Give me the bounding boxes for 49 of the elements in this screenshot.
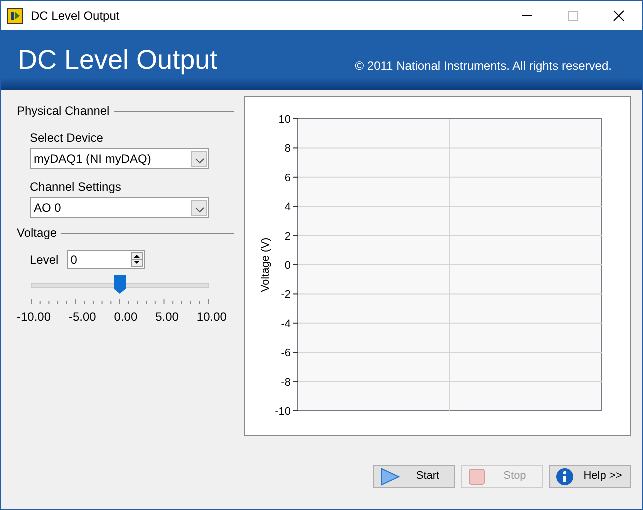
tick-label: 10 — [278, 114, 291, 126]
group-title: Voltage — [17, 225, 58, 242]
maximize-icon — [567, 10, 579, 22]
start-button[interactable]: Start — [373, 465, 455, 488]
tick-label: -4 — [281, 318, 291, 330]
tick-mark — [292, 176, 298, 178]
tick-mark — [292, 148, 298, 149]
tick-label: 2 — [284, 230, 291, 243]
scale-label: 0.00 — [114, 309, 138, 326]
tick-mark — [292, 381, 298, 382]
play-icon — [380, 468, 400, 486]
tick-label: -2 — [281, 289, 291, 302]
tick-mark — [292, 410, 298, 412]
field-label: Select Device — [30, 130, 104, 147]
tick-mark — [292, 294, 298, 295]
tick-mark — [292, 118, 298, 120]
field-label: Channel Settings — [30, 179, 122, 196]
tick-label: -8 — [281, 376, 291, 389]
numeric-field[interactable]: 0 — [66, 250, 145, 269]
help-button[interactable]: Help >> — [549, 465, 631, 488]
tick-label: 4 — [284, 202, 291, 214]
scale-label: 5.00 — [156, 309, 179, 326]
close-icon — [613, 10, 625, 22]
copyright-text: © 2011 National Instruments. All rights reserved. — [355, 58, 612, 75]
tick-label: -6 — [281, 348, 291, 360]
tick-mark — [292, 206, 298, 208]
tick-label: 8 — [284, 143, 291, 156]
field-label: Level — [30, 252, 59, 268]
tick-label: 0 — [284, 260, 291, 272]
tick-mark — [292, 322, 298, 324]
spinner-icon — [130, 252, 143, 267]
tick-label: -10 — [275, 406, 291, 418]
dropdown-field[interactable]: AO 0 — [30, 197, 209, 218]
tick-mark — [292, 352, 298, 354]
scale-label: -10.00 — [17, 309, 52, 326]
tick-label: 6 — [284, 172, 291, 184]
dropdown-field[interactable]: myDAQ1 (NI myDAQ) — [30, 148, 209, 169]
slider-thumb[interactable] — [114, 275, 126, 294]
scale-label: -5.00 — [68, 309, 96, 326]
info-icon — [556, 468, 574, 486]
app-title: DC Level Output — [18, 44, 219, 77]
app-icon — [7, 8, 23, 24]
group-title: Physical Channel — [17, 103, 110, 120]
window-title: DC Level Output — [31, 8, 121, 24]
axis-title: Voltage (V) — [260, 238, 272, 292]
tick-mark — [292, 264, 298, 266]
scale-label: 10.00 — [196, 309, 227, 326]
stop-icon — [468, 468, 486, 486]
tick-mark — [292, 235, 298, 236]
